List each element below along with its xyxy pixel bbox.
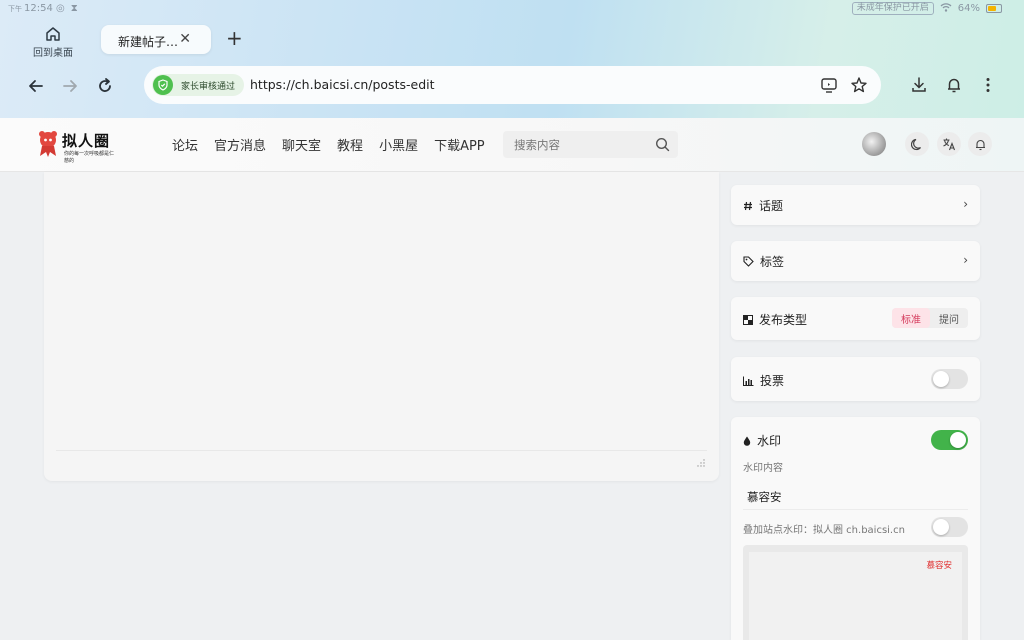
status-period: 下午 [8,5,22,13]
guard-badge: 未成年保护已开启 [851,2,934,15]
bar-chart-icon [743,376,754,386]
site-search [503,131,678,158]
moon-icon [910,138,921,150]
status-icons: ◎⧗ [56,3,84,14]
watermark-input-underline [743,509,968,510]
status-bar: 下午 12:54 ◎⧗ 未成年保护已开启 64% [0,0,1024,18]
nav-blackroom[interactable]: 小黑屋 [379,135,418,154]
close-icon[interactable]: ✕ [179,31,191,47]
watermark-preview: 慕容安 [743,545,968,640]
target-icon: ◎ [56,3,71,14]
topic-card[interactable]: 话题 › [731,185,980,225]
checker-icon [743,314,753,325]
tag-label: 标签 [760,255,785,269]
vote-toggle[interactable] [931,369,968,389]
nav-official-news[interactable]: 官方消息 [214,135,266,154]
parental-badge[interactable]: 家长审核通过 [152,74,245,96]
nav-chat-room[interactable]: 聊天室 [282,135,321,154]
watermark-card: 水印 水印内容 慕容安 叠加站点水印：拟人圈 ch.baicsi.cn 慕容安 [731,417,980,640]
screen-icon[interactable] [820,76,838,94]
site-header: 拟人圈 你的每一次呼吸都是仁慈的 论坛 官方消息 聊天室 教程 小黑屋 下载AP… [0,118,1024,172]
editor-divider [56,450,707,451]
watermark-content-input[interactable]: 慕容安 [747,489,782,505]
parental-label: 家长审核通过 [181,81,236,92]
logo-subtitle: 你的每一次呼吸都是仁慈的 [64,151,115,164]
wifi-icon [940,2,952,15]
battery-icon [986,4,1002,13]
publish-type-card: 发布类型 标准 提问 [731,297,980,340]
publish-type-row: 发布类型 [743,311,807,328]
notifications-button[interactable] [968,132,992,156]
nav-tutorial[interactable]: 教程 [337,135,363,154]
bell-icon [975,139,985,150]
watermark-toggle[interactable] [931,430,968,450]
site-watermark-label: 叠加站点水印：拟人圈 ch.baicsi.cn [743,525,905,536]
watermark-row: 水印 [743,432,781,449]
preview-watermark-text: 慕容安 [926,561,952,571]
publish-type-switch: 标准 提问 [892,308,968,328]
hourglass-icon: ⧗ [70,3,84,14]
download-icon[interactable] [910,76,928,94]
tag-icon [743,256,754,267]
topic-label: 话题 [759,199,784,213]
more-icon[interactable] [979,76,997,94]
browser-chrome: 下午 12:54 ◎⧗ 未成年保护已开启 64% 回到桌面 新建帖子… ✕ + 家… [0,0,1024,118]
language-button[interactable] [937,132,961,156]
home-button[interactable]: 回到桌面 [30,26,76,59]
status-clock: 12:54 [24,3,53,14]
home-label: 回到桌面 [33,48,73,59]
address-bar[interactable]: 家长审核通过 https://ch.baicsi.cn/posts-edit [144,66,881,104]
battery-text: 64% [957,3,980,14]
drop-icon [743,436,751,446]
site-watermark-toggle[interactable] [931,517,968,537]
watermark-label: 水印 [757,434,782,448]
site-logo[interactable]: 拟人圈 你的每一次呼吸都是仁慈的 [36,130,116,164]
topic-row: 话题 [743,197,783,214]
tag-card[interactable]: 标签 › [731,241,980,281]
forward-icon[interactable] [60,76,80,96]
theme-toggle-button[interactable] [905,132,929,156]
tag-row: 标签 [743,253,784,270]
chevron-right-icon: › [963,253,968,267]
vote-row: 投票 [743,372,784,389]
url-text[interactable]: https://ch.baicsi.cn/posts-edit [250,77,435,92]
logo-text: 拟人圈 [62,132,111,150]
publish-type-label: 发布类型 [759,313,808,327]
status-time: 下午 12:54 [8,3,53,14]
logo-mascot-icon [39,131,57,157]
vote-label: 投票 [760,374,785,388]
nav-download-app[interactable]: 下载APP [434,135,485,154]
resize-handle-icon[interactable] [697,459,705,467]
publish-type-standard[interactable]: 标准 [892,308,930,328]
search-icon[interactable] [655,137,670,152]
chevron-right-icon: › [963,197,968,211]
home-icon [46,27,60,41]
publish-type-question[interactable]: 提问 [930,308,968,328]
tab-new-post[interactable]: 新建帖子… ✕ [101,25,211,54]
watermark-content-label: 水印内容 [743,463,783,474]
tab-title: 新建帖子… [118,35,179,49]
star-icon[interactable] [850,76,868,94]
avatar[interactable] [862,132,886,156]
bell-icon[interactable] [945,76,963,94]
vote-card: 投票 [731,357,980,401]
plus-icon[interactable]: + [226,28,243,48]
search-input[interactable] [503,131,643,158]
shield-check-icon [153,75,173,95]
nav-forum[interactable]: 论坛 [172,135,198,154]
translate-icon [943,138,956,151]
reload-icon[interactable] [95,76,115,96]
back-icon[interactable] [26,76,46,96]
site-nav: 论坛 官方消息 聊天室 教程 小黑屋 下载APP [172,135,501,154]
post-editor[interactable] [44,172,719,481]
hash-icon [743,201,753,211]
